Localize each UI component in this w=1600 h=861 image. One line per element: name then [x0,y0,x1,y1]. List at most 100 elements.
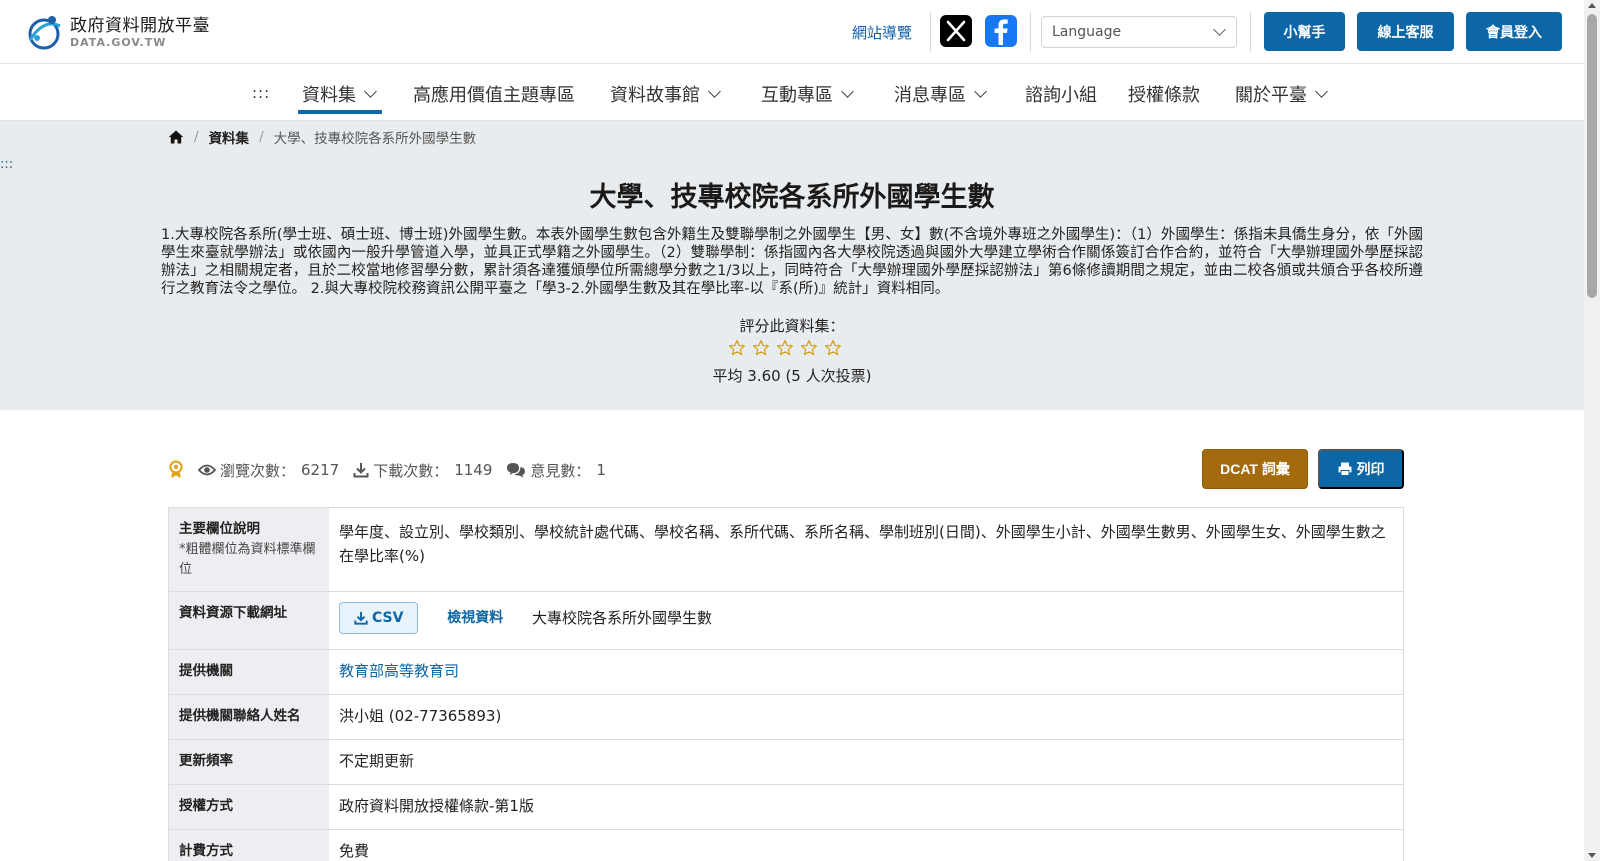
nav-active-indicator [298,110,382,114]
views-stat: 瀏覽次數： 6217 [198,460,339,481]
fee-label: 計費方式 [169,830,329,861]
chevron-down-icon [1213,23,1226,36]
provider-link[interactable]: 教育部高等教育司 [339,662,459,680]
view-data-link[interactable]: 檢視資料 [447,610,503,626]
divider [1250,12,1251,52]
nav-item-about[interactable]: 關於平臺 [1235,81,1328,107]
sitemap-link[interactable]: 網站導覽 [852,22,912,43]
chevron-down-icon [708,84,721,98]
downloads-count: 1149 [454,461,493,479]
language-placeholder: Language [1052,24,1122,40]
downloads-label: 下載次數： [373,461,449,480]
frequency-value: 不定期更新 [339,752,415,770]
breadcrumb-separator: / [259,129,264,145]
divider [1030,12,1031,52]
logo-icon [28,16,61,50]
nav-item-label: 資料故事館 [610,85,700,106]
print-label: 列印 [1356,461,1385,477]
views-label: 瀏覽次數： [220,461,296,480]
nav-item-license-terms[interactable]: 授權條款 [1128,81,1200,107]
site-header: 政府資料開放平臺 DATA.GOV.TW 網站導覽 Language 小幫手 線… [0,0,1584,64]
nav-item-label: 關於平臺 [1235,85,1307,106]
chevron-down-icon [974,84,987,98]
breadcrumb: / 資料集 / 大學、技專校院各系所外國學生數 [168,127,476,147]
table-row: 主要欄位說明 *粗體欄位為資料標準欄位 學年度、設立別、學校類別、學校統計處代碼… [169,508,1403,592]
nav-item-datasets[interactable]: 資料集 [302,81,377,107]
helper-button[interactable]: 小幫手 [1264,12,1345,51]
table-row: 授權方式 政府資料開放授權條款-第1版 [169,785,1403,830]
breadcrumb-current: 大學、技專校院各系所外國學生數 [273,131,477,147]
views-count: 6217 [301,461,340,479]
home-icon[interactable] [168,129,184,145]
dataset-description: 1.大專校院各系所(學士班、碩士班、博士班)外國學生數。本表外國學生數包含外籍生… [161,227,1423,297]
star-icon[interactable] [824,339,842,357]
table-row: 提供機關 教育部高等教育司 [169,650,1403,695]
print-button[interactable]: 列印 [1318,449,1404,489]
online-support-button[interactable]: 線上客服 [1357,12,1454,51]
divider [930,12,931,52]
license-label: 授權方式 [169,785,329,829]
row-header: 主要欄位說明 *粗體欄位為資料標準欄位 [169,508,329,591]
fields-value: 學年度、設立別、學校類別、學校統計處代碼、學校名稱、系所代碼、系所名稱、學制班別… [339,523,1386,565]
provider-label: 提供機關 [169,650,329,694]
star-icon[interactable] [752,339,770,357]
main-nav: ::: 資料集 高應用價值主題專區 資料故事館 互動專區 消息專區 諮詢小組 授… [0,64,1584,121]
comments-label: 意見數： [530,461,591,480]
x-twitter-icon[interactable] [940,15,972,47]
nav-item-label: 資料集 [302,85,356,106]
breadcrumb-datasets[interactable]: 資料集 [209,127,250,147]
comments-icon [507,463,526,478]
nav-item-interactive[interactable]: 互動專區 [761,81,854,107]
nav-item-news[interactable]: 消息專區 [894,81,987,107]
resource-name: 大專校院各系所外國學生數 [532,609,713,627]
comments-count: 1 [596,461,606,479]
dcat-vocabulary-button[interactable]: DCAT 詞彙 [1202,449,1308,489]
site-logo[interactable]: 政府資料開放平臺 DATA.GOV.TW [24,12,214,52]
fee-value: 免費 [339,842,370,860]
star-icon[interactable] [728,339,746,357]
facebook-icon[interactable] [985,15,1017,47]
logo-subtitle: DATA.GOV.TW [70,35,167,49]
scroll-down-arrow-icon[interactable] [1588,853,1596,858]
star-icon[interactable] [776,339,794,357]
content-accesskey[interactable]: ::: [0,157,13,172]
nav-item-label: 諮詢小組 [1025,85,1097,106]
star-icon[interactable] [800,339,818,357]
downloads-stat: 下載次數： 1149 [353,460,492,481]
nav-item-label: 授權條款 [1128,85,1200,106]
nav-accesskey[interactable]: ::: [252,84,270,102]
table-row: 提供機關聯絡人姓名 洪小姐 (02-77365893) [169,695,1403,740]
scroll-up-arrow-icon[interactable] [1588,3,1596,8]
table-row: 計費方式 免費 [169,830,1403,861]
language-select[interactable]: Language [1041,16,1237,48]
csv-label: CSV [372,610,404,626]
download-icon [353,463,369,478]
nav-item-advisory-group[interactable]: 諮詢小組 [1025,81,1097,107]
contact-value: 洪小姐 (02-77365893) [339,707,502,725]
page-scrollbar[interactable] [1584,0,1600,861]
nav-item-label: 高應用價值主題專區 [413,85,575,106]
login-button[interactable]: 會員登入 [1466,12,1562,51]
download-icon [354,611,368,625]
logo-title: 政府資料開放平臺 [70,15,210,36]
frequency-label: 更新頻率 [169,740,329,784]
scrollbar-thumb[interactable] [1587,14,1597,298]
dataset-stats: 瀏覽次數： 6217 下載次數： 1149 意見數： 1 [168,455,620,485]
nav-item-high-value-topics[interactable]: 高應用價值主題專區 [413,81,575,107]
fields-label: 主要欄位說明 [179,521,260,537]
page-title: 大學、技專校院各系所外國學生數 [589,182,995,213]
rating-average: 平均 3.60 (5 人次投票) [712,367,872,385]
award-icon [169,460,183,478]
nav-item-label: 互動專區 [761,85,833,106]
download-cell: CSV 檢視資料 大專校院各系所外國學生數 [329,592,1403,649]
rating-label: 評分此資料集： [739,317,845,335]
csv-download-button[interactable]: CSV [339,602,419,634]
contact-label: 提供機關聯絡人姓名 [169,695,329,739]
breadcrumb-separator: / [194,129,199,145]
license-value: 政府資料開放授權條款-第1版 [339,797,534,815]
dataset-info-table: 主要欄位說明 *粗體欄位為資料標準欄位 學年度、設立別、學校類別、學校統計處代碼… [168,507,1404,861]
download-label: 資料資源下載網址 [169,592,329,649]
chevron-down-icon [1315,84,1328,98]
nav-item-data-stories[interactable]: 資料故事館 [610,81,721,107]
comments-stat: 意見數： 1 [506,460,606,481]
